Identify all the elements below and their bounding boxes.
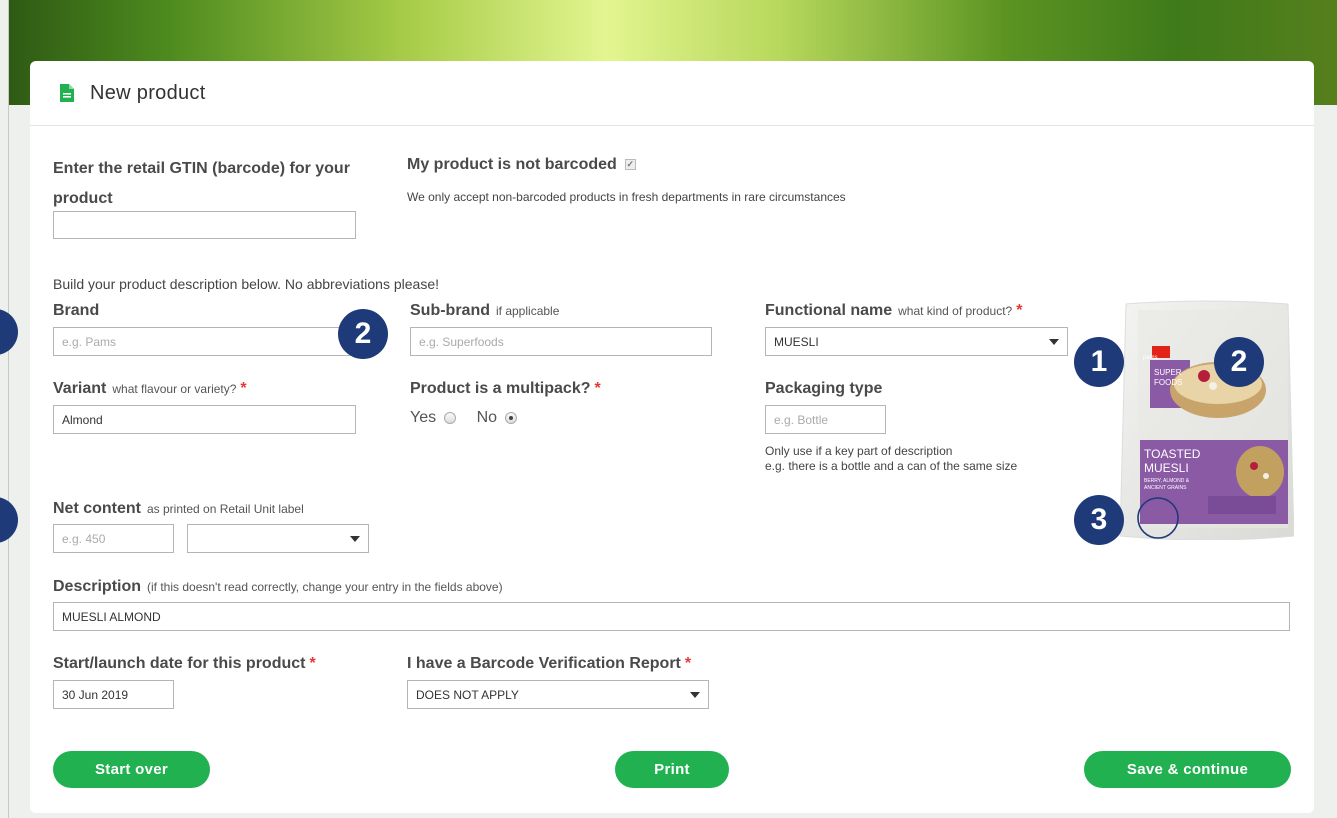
callout-badge-1: 1: [1074, 337, 1124, 387]
card-header: New product: [30, 61, 1314, 126]
pack-line2: FOODS: [1154, 378, 1182, 387]
verification-value: DOES NOT APPLY: [416, 687, 519, 702]
callout-badge-2-product: 2: [1214, 337, 1264, 387]
packaging-input[interactable]: e.g. Bottle: [765, 405, 886, 434]
subbrand-hint: if applicable: [496, 304, 560, 318]
brand-label: Brand: [53, 302, 100, 319]
packaging-note-1: Only use if a key part of description: [765, 444, 953, 458]
callout-badge-3: 3: [1074, 495, 1124, 545]
callout-badge-1-partial: [0, 309, 18, 355]
functional-hint: what kind of product?: [898, 304, 1013, 318]
product-image: pams SUPER FOODS TOASTED MUESLI BERRY, A…: [1118, 300, 1295, 541]
callout-badge-2: 2: [338, 309, 388, 359]
document-icon: [60, 84, 74, 102]
gtin-input[interactable]: [53, 211, 356, 239]
functional-required: *: [1016, 302, 1023, 319]
pack-title1: TOASTED: [1144, 447, 1201, 461]
multipack-required: *: [594, 380, 601, 397]
multipack-yes-radio[interactable]: [444, 411, 457, 424]
frame-edge: [8, 0, 9, 818]
build-intro: Build your product description below. No…: [53, 276, 440, 292]
chevron-down-icon: [690, 691, 700, 698]
multipack-options: Yes No: [410, 409, 518, 427]
description-label-row: Description (if this doesn't read correct…: [53, 578, 503, 596]
verification-label-row: I have a Barcode Verification Report *: [407, 655, 691, 673]
variant-hint: what flavour or variety?: [112, 382, 237, 396]
callout-badge-3-partial: [0, 497, 18, 543]
packaging-note-2: e.g. there is a bottle and a can of the …: [765, 459, 1018, 473]
functional-select[interactable]: MUESLI: [765, 327, 1068, 356]
launch-date-label: Start/launch date for this product: [53, 655, 306, 672]
variant-input[interactable]: Almond: [53, 405, 356, 434]
launch-date-required: *: [309, 655, 316, 672]
pack-sub1: BERRY, ALMOND &: [1144, 478, 1190, 484]
multipack-yes-label: Yes: [410, 409, 437, 426]
packaging-label: Packaging type: [765, 380, 883, 397]
subbrand-label: Sub-brand: [410, 302, 490, 319]
multipack-no-radio[interactable]: [505, 411, 518, 424]
not-barcoded-note: We only accept non-barcoded products in …: [407, 190, 846, 204]
net-content-hint: as printed on Retail Unit label: [147, 502, 304, 516]
multipack-no-label: No: [476, 409, 498, 426]
verification-select[interactable]: DOES NOT APPLY: [407, 680, 709, 709]
not-barcoded-checkbox[interactable]: ✓: [624, 159, 636, 171]
verification-required: *: [684, 655, 692, 672]
net-content-label: Net content: [53, 500, 141, 517]
pack-line1: SUPER: [1154, 368, 1182, 377]
muesli-pack-illustration: pams SUPER FOODS TOASTED MUESLI BERRY, A…: [1119, 300, 1295, 541]
subbrand-label-row: Sub-brand if applicable: [410, 302, 559, 320]
variant-label-row: Variant what flavour or variety? *: [53, 380, 247, 398]
page-title: New product: [90, 81, 206, 104]
chevron-down-icon: [1049, 338, 1059, 345]
brand-input[interactable]: e.g. Pams: [53, 327, 356, 356]
net-content-input[interactable]: e.g. 450: [53, 524, 174, 553]
multipack-label-row: Product is a multipack? *: [410, 380, 601, 398]
chevron-down-icon: [350, 535, 360, 542]
description-label: Description: [53, 578, 142, 595]
net-content-unit-select[interactable]: [187, 524, 369, 553]
pack-brand: pams: [1143, 355, 1158, 361]
description-field[interactable]: MUESLI ALMOND: [53, 602, 1290, 631]
description-hint: (if this doesn't read correctly, change …: [147, 580, 503, 594]
launch-date-label-row: Start/launch date for this product *: [53, 655, 316, 673]
pack-title2: MUESLI: [1144, 461, 1189, 475]
launch-date-input[interactable]: 30 Jun 2019: [53, 680, 174, 709]
not-barcoded-label: My product is not barcoded: [407, 156, 617, 173]
not-barcoded-row: My product is not barcoded ✓: [407, 156, 636, 174]
save-continue-button[interactable]: Save & continue: [1084, 751, 1291, 788]
net-content-label-row: Net content as printed on Retail Unit lab…: [53, 500, 304, 518]
verification-label: I have a Barcode Verification Report: [407, 655, 681, 672]
print-button[interactable]: Print: [615, 751, 729, 788]
variant-label: Variant: [53, 380, 107, 397]
subbrand-input[interactable]: e.g. Superfoods: [410, 327, 712, 356]
functional-label-row: Functional name what kind of product? *: [765, 302, 1022, 320]
multipack-label: Product is a multipack?: [410, 380, 591, 397]
gtin-label: Enter the retail GTIN (barcode) for your…: [53, 160, 350, 207]
functional-label: Functional name: [765, 302, 893, 319]
start-over-button[interactable]: Start over: [53, 751, 210, 788]
functional-value: MUESLI: [774, 334, 819, 349]
pack-sub2: ANCIENT GRAINS: [1144, 485, 1187, 491]
variant-required: *: [240, 380, 247, 397]
